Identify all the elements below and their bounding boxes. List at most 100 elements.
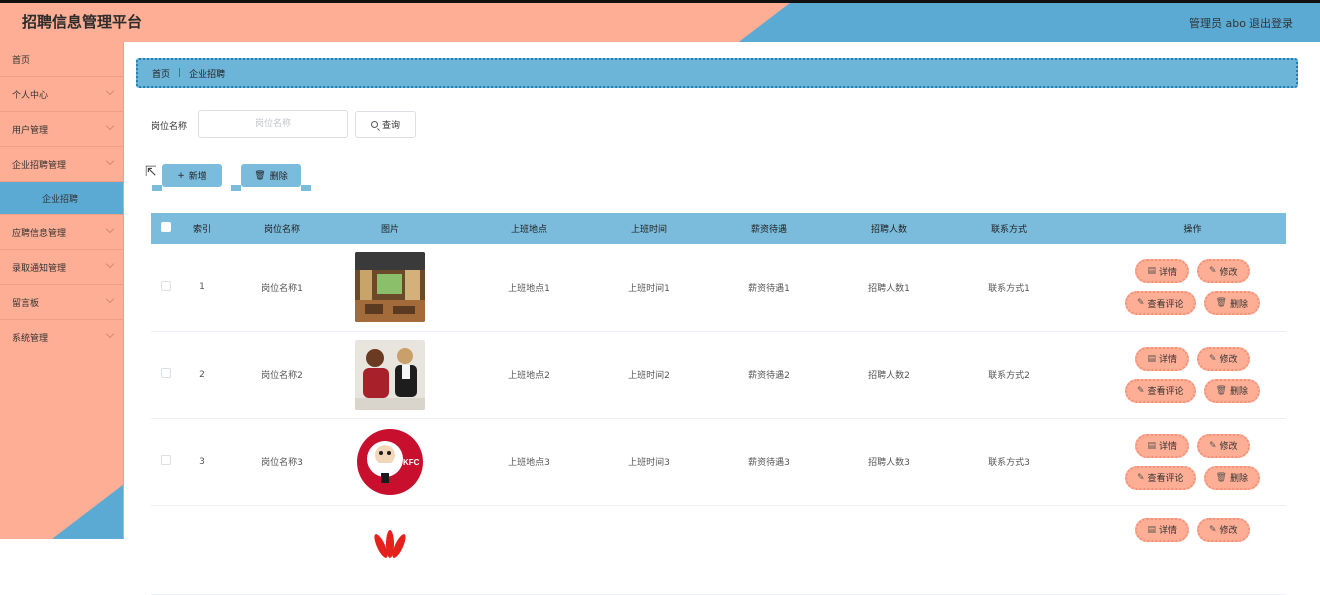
cell-index <box>181 505 223 594</box>
query-button[interactable]: 查询 <box>355 111 416 138</box>
document-icon: ▤ <box>1147 266 1156 277</box>
add-button[interactable]: + 新增 <box>152 164 222 191</box>
pencil-icon: ✎ <box>1136 298 1145 309</box>
pencil-icon: ✎ <box>1208 353 1217 364</box>
sidebar-corner-decoration <box>52 484 123 539</box>
trash-icon: 🗑 <box>1215 472 1227 483</box>
button-decoration <box>231 185 241 191</box>
row-checkbox[interactable] <box>161 455 171 465</box>
cell-count: 招聘人数2 <box>868 371 910 381</box>
detail-button[interactable]: ▤ 详情 <box>1135 433 1189 458</box>
pencil-icon: ✎ <box>1136 472 1145 483</box>
cell-place: 上班地点3 <box>508 458 550 468</box>
view-comments-button[interactable]: ✎ 查看评论 <box>1124 291 1196 316</box>
row-checkbox[interactable] <box>161 280 171 291</box>
delete-button[interactable]: 🗑 删除 <box>231 164 311 191</box>
trash-icon: 🗑 <box>1215 298 1227 309</box>
svg-text:KFC: KFC <box>403 458 420 467</box>
row-checkbox[interactable] <box>161 368 171 378</box>
table-row: ▤ 详情 ✎ 修改 <box>151 505 1286 594</box>
cell-contact: 联系方式1 <box>988 283 1030 294</box>
job-image-kfc-logo: KFC <box>355 427 425 497</box>
user-info: 管理员 abo <box>1189 17 1246 30</box>
detail-button[interactable]: ▤ 详情 <box>1135 517 1189 542</box>
detail-button[interactable]: ▤ 详情 <box>1135 346 1189 371</box>
cell-salary: 薪资待遇1 <box>748 283 790 294</box>
cell-index: 3 <box>199 456 205 467</box>
search-icon <box>370 121 378 128</box>
chevron-down-icon <box>105 156 115 166</box>
cell-count: 招聘人数3 <box>868 458 910 468</box>
trash-icon: 🗑 <box>1215 385 1227 396</box>
view-comments-button[interactable]: ✎ 查看评论 <box>1124 378 1196 403</box>
mouse-cursor-icon: ⇱ <box>145 164 157 180</box>
sidebar-item-application-management[interactable]: 应聘信息管理 <box>0 215 123 250</box>
search-input[interactable] <box>198 110 348 138</box>
view-comments-button[interactable]: ✎ 查看评论 <box>1124 465 1196 490</box>
sidebar-item-recruitment[interactable]: 企业招聘 <box>0 182 123 215</box>
edit-button[interactable]: ✎ 修改 <box>1196 517 1250 542</box>
cell-name: 岗位名称1 <box>261 283 303 294</box>
sidebar-item-label: 留言板 <box>12 298 40 309</box>
edit-button[interactable]: ✎ 修改 <box>1196 259 1250 284</box>
button-decoration <box>152 185 162 191</box>
pencil-icon: ✎ <box>1208 440 1217 451</box>
col-header: 索引 <box>192 225 211 235</box>
edit-button[interactable]: ✎ 修改 <box>1196 433 1250 458</box>
edit-button[interactable]: ✎ 修改 <box>1196 346 1250 371</box>
sidebar-item-home[interactable]: 首页 <box>0 42 123 77</box>
chevron-down-icon <box>105 121 115 131</box>
cell-contact: 联系方式3 <box>988 458 1030 468</box>
job-image-restaurant <box>355 252 425 323</box>
chevron-down-icon <box>105 224 115 234</box>
sidebar-item-recruitment-management[interactable]: 企业招聘管理 <box>0 147 123 182</box>
search-label: 岗位名称 <box>151 122 188 132</box>
col-header: 上班时间 <box>630 225 667 235</box>
col-header: 联系方式 <box>990 225 1027 235</box>
sidebar-item-personal-center[interactable]: 个人中心 <box>0 77 123 112</box>
table-header-row: 索引 岗位名称 图片 上班地点 上班时间 薪资待遇 招聘人数 联系方式 操作 <box>151 213 1286 244</box>
sidebar: 首页 个人中心 用户管理 企业招聘管理 企业招聘 应聘信息管理 录取通知管理 留… <box>0 42 124 539</box>
chevron-down-icon <box>105 259 115 269</box>
sidebar-item-label: 企业招聘管理 <box>12 160 67 171</box>
sidebar-item-system-management[interactable]: 系统管理 <box>0 320 123 355</box>
chevron-down-icon <box>105 329 115 339</box>
sidebar-item-label: 个人中心 <box>12 90 49 101</box>
cell-contact <box>919 505 1099 594</box>
row-actions: ▤ 详情 ✎ 修改 <box>1118 517 1268 542</box>
breadcrumb-separator: | <box>178 68 182 78</box>
logout-link[interactable]: 退出登录 <box>1249 15 1293 31</box>
row-delete-button[interactable]: 🗑 删除 <box>1203 378 1260 403</box>
sidebar-item-label: 应聘信息管理 <box>12 228 67 239</box>
row-delete-button[interactable]: 🗑 删除 <box>1203 465 1260 490</box>
cell-salary <box>679 505 859 594</box>
sidebar-item-admission-management[interactable]: 录取通知管理 <box>0 250 123 285</box>
col-header: 招聘人数 <box>870 225 907 235</box>
select-all-cell <box>151 213 181 244</box>
select-all-checkbox[interactable] <box>161 222 171 232</box>
sidebar-item-label: 用户管理 <box>12 125 49 136</box>
cell-name: 岗位名称3 <box>261 458 303 468</box>
cell-time: 上班时间2 <box>628 371 670 381</box>
recruitment-table: 索引 岗位名称 图片 上班地点 上班时间 薪资待遇 招聘人数 联系方式 操作 1… <box>151 213 1286 595</box>
sidebar-item-user-management[interactable]: 用户管理 <box>0 112 123 147</box>
app-title: 招聘信息管理平台 <box>22 13 143 31</box>
cell-index: 2 <box>199 369 205 380</box>
col-header: 图片 <box>380 225 399 235</box>
sidebar-item-message-board[interactable]: 留言板 <box>0 285 123 320</box>
cell-count: 招聘人数1 <box>868 283 910 294</box>
row-actions: ▤ 详情 ✎ 修改 ✎ 查看评论 🗑 删除 <box>1118 259 1268 316</box>
table-row: 3 岗位名称3 KFC 上班地点3 上班时间3 薪资待遇3 招聘人数3 联系方式… <box>151 418 1286 505</box>
document-icon: ▤ <box>1147 524 1156 535</box>
detail-button[interactable]: ▤ 详情 <box>1135 259 1189 284</box>
cell-place <box>439 505 619 594</box>
plus-icon: + <box>177 170 185 181</box>
breadcrumb: 首页 | 企业招聘 <box>136 58 1298 88</box>
cell-salary: 薪资待遇2 <box>748 371 790 381</box>
breadcrumb-home[interactable]: 首页 <box>152 67 170 80</box>
row-delete-button[interactable]: 🗑 删除 <box>1203 291 1260 316</box>
table-row: 1 岗位名称1 上班地点1 上班时间1 薪资待遇1 招聘人数1 联系方式1 ▤ 详… <box>151 244 1286 331</box>
cell-place: 上班地点2 <box>508 371 550 381</box>
query-button-label: 查询 <box>381 121 400 131</box>
cell-name <box>223 505 341 594</box>
